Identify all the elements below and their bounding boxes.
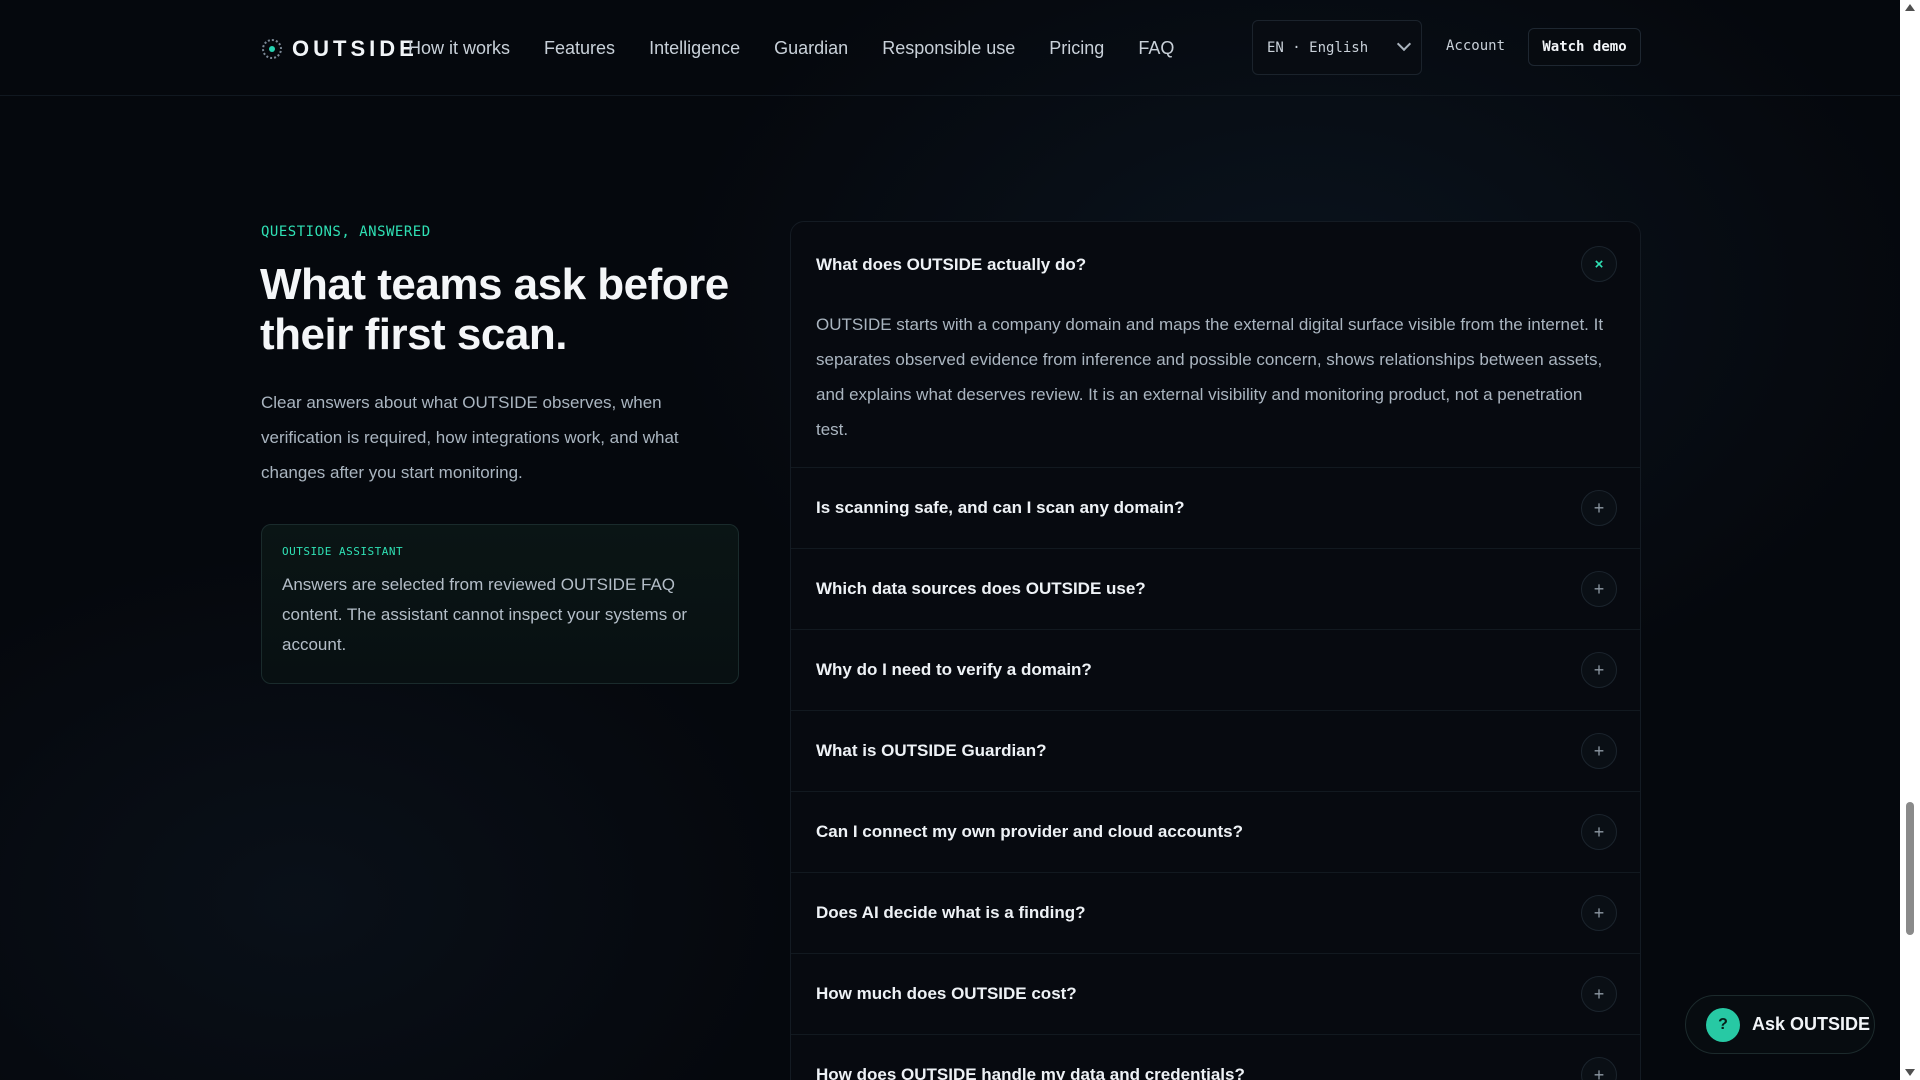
plus-icon[interactable]: + — [1581, 814, 1617, 850]
faq-item[interactable]: What is OUTSIDE Guardian? + — [791, 711, 1640, 792]
assistant-tag: OUTSIDE ASSISTANT — [282, 545, 404, 558]
faq-question[interactable]: Which data sources does OUTSIDE use? — [816, 579, 1146, 599]
brand-logo[interactable]: OUTSIDE — [262, 36, 418, 62]
plus-icon[interactable]: + — [1581, 733, 1617, 769]
plus-icon[interactable]: + — [1581, 1057, 1617, 1080]
nav-how-it-works[interactable]: How it works — [408, 38, 510, 59]
ask-label: Ask OUTSIDE — [1752, 1014, 1871, 1034]
nav-pricing[interactable]: Pricing — [1049, 38, 1104, 59]
assistant-text: Answers are selected from reviewed OUTSI… — [282, 575, 688, 654]
faq-item[interactable]: Does AI decide what is a finding? + — [791, 873, 1640, 954]
faq-item[interactable]: Why do I need to verify a domain? + — [791, 630, 1640, 711]
faq-accordion: What does OUTSIDE actually do? × OUTSIDE… — [790, 221, 1641, 1080]
language-value: EN · English — [1267, 39, 1369, 56]
brand-name: OUTSIDE — [292, 36, 418, 61]
logo-icon — [262, 39, 282, 59]
faq-item[interactable]: Can I connect my own provider and cloud … — [791, 792, 1640, 873]
scroll-thumb[interactable] — [1906, 802, 1914, 935]
top-navigation: OUTSIDE How it works Features Intelligen… — [0, 0, 1900, 96]
section-title: What teams ask before their first scan. — [260, 260, 729, 359]
faq-question[interactable]: What does OUTSIDE actually do? — [816, 255, 1086, 275]
section-lede: Clear answers about what OUTSIDE observe… — [261, 393, 679, 482]
nav-responsible-use[interactable]: Responsible use — [882, 38, 1015, 59]
scroll-down-icon[interactable] — [1905, 1069, 1915, 1076]
language-select[interactable]: EN · English — [1252, 20, 1422, 75]
main-nav: How it works Features Intelligence Guard… — [408, 38, 1174, 59]
faq-question[interactable]: Is scanning safe, and can I scan any dom… — [816, 498, 1184, 518]
nav-faq[interactable]: FAQ — [1138, 38, 1174, 59]
faq-question[interactable]: How does OUTSIDE handle my data and cred… — [816, 1065, 1245, 1080]
ask-outside-button[interactable]: ? Ask OUTSIDE — [1685, 995, 1875, 1054]
plus-icon[interactable]: + — [1581, 571, 1617, 607]
faq-item[interactable]: What does OUTSIDE actually do? × OUTSIDE… — [791, 222, 1640, 468]
page-scrollbar[interactable] — [1900, 0, 1920, 1080]
section-eyebrow: QUESTIONS, ANSWERED — [261, 224, 431, 240]
plus-icon[interactable]: + — [1581, 490, 1617, 526]
account-link[interactable]: Account — [1446, 38, 1505, 54]
plus-icon[interactable]: + — [1581, 895, 1617, 931]
nav-guardian[interactable]: Guardian — [774, 38, 848, 59]
faq-item[interactable]: Which data sources does OUTSIDE use? + — [791, 549, 1640, 630]
faq-item[interactable]: How does OUTSIDE handle my data and cred… — [791, 1035, 1640, 1080]
help-icon: ? — [1706, 1007, 1740, 1042]
nav-features[interactable]: Features — [544, 38, 615, 59]
faq-question[interactable]: Can I connect my own provider and cloud … — [816, 822, 1243, 842]
scroll-up-icon[interactable] — [1905, 4, 1915, 11]
assistant-card: OUTSIDE ASSISTANT Answers are selected f… — [261, 524, 739, 684]
faq-answer: OUTSIDE starts with a company domain and… — [816, 315, 1604, 439]
close-icon[interactable]: × — [1581, 246, 1617, 282]
nav-intelligence[interactable]: Intelligence — [649, 38, 740, 59]
plus-icon[interactable]: + — [1581, 652, 1617, 688]
faq-question[interactable]: What is OUTSIDE Guardian? — [816, 741, 1046, 761]
faq-question[interactable]: Does AI decide what is a finding? — [816, 903, 1086, 923]
chevron-down-icon — [1396, 36, 1412, 52]
watch-demo-button[interactable]: Watch demo — [1528, 28, 1641, 66]
plus-icon[interactable]: + — [1581, 976, 1617, 1012]
faq-question[interactable]: Why do I need to verify a domain? — [816, 660, 1092, 680]
faq-item[interactable]: Is scanning safe, and can I scan any dom… — [791, 468, 1640, 549]
faq-question[interactable]: How much does OUTSIDE cost? — [816, 984, 1077, 1004]
faq-item[interactable]: How much does OUTSIDE cost? + — [791, 954, 1640, 1035]
